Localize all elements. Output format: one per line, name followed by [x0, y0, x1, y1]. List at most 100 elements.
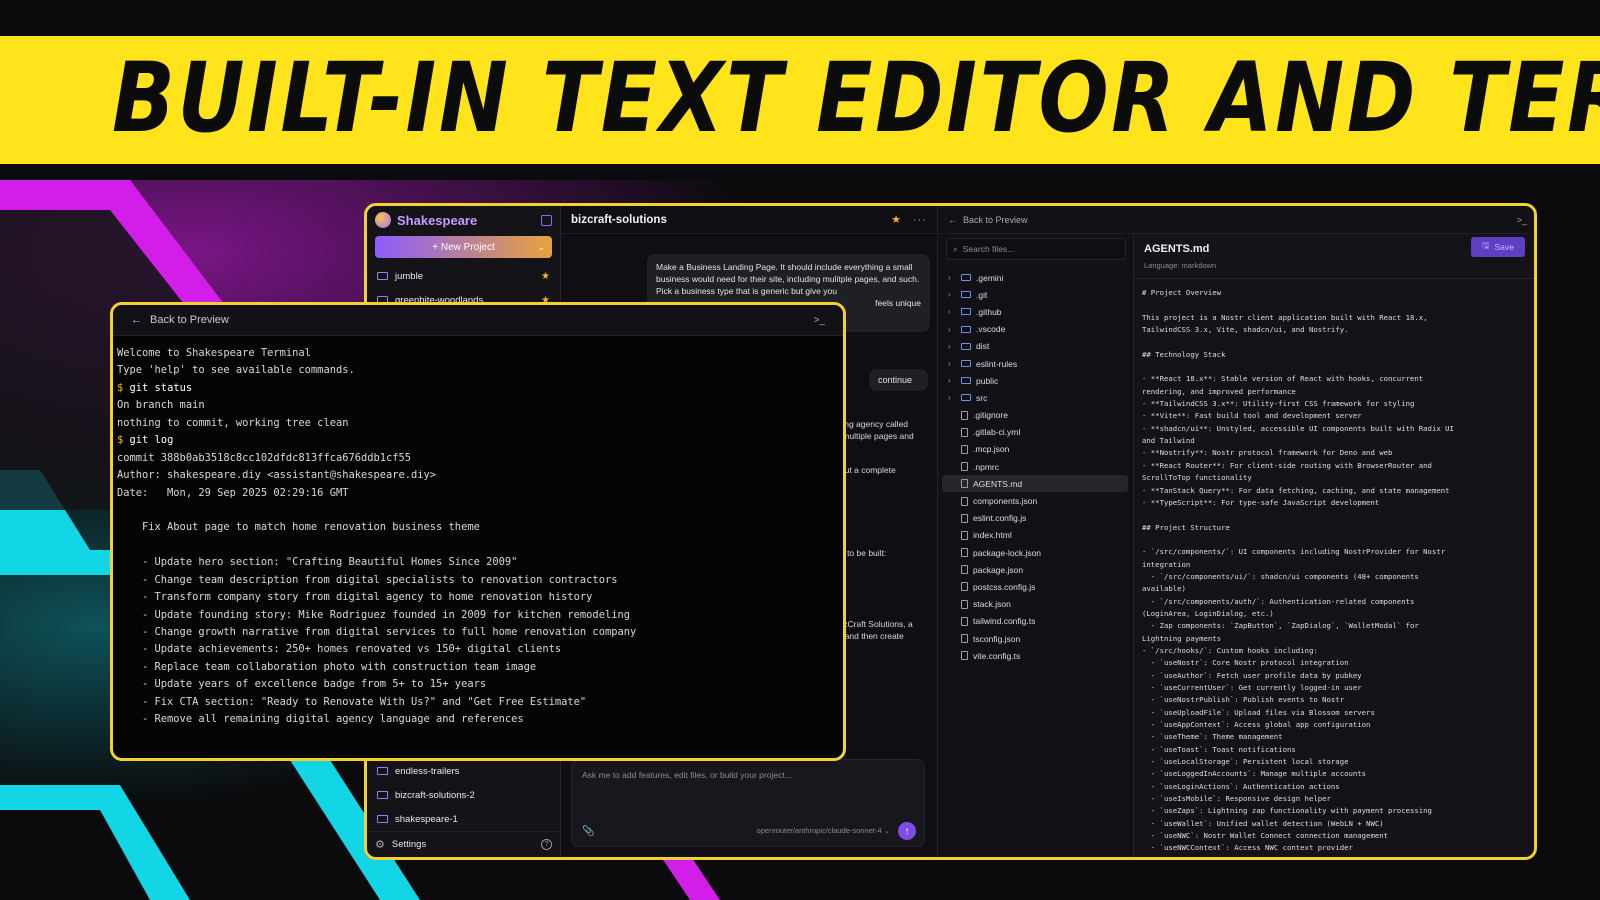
star-icon[interactable]: ★	[541, 271, 550, 282]
folder-row[interactable]: › .git	[942, 286, 1128, 303]
folder-icon	[961, 274, 971, 282]
file-row[interactable]: eslint.config.js	[942, 510, 1128, 527]
folder-row[interactable]: › .github	[942, 303, 1128, 320]
file-name: package.json	[973, 564, 1024, 575]
file-icon	[961, 462, 968, 472]
help-icon[interactable]: ?	[541, 839, 552, 850]
file-row[interactable]: stack.json	[942, 596, 1128, 613]
code-line: # Project Overview	[1142, 288, 1222, 297]
chevron-right-icon: ›	[948, 273, 951, 283]
code-line: - `useLoggedInAccounts`: Manage multiple…	[1142, 769, 1367, 779]
file-row[interactable]: postcss.config.js	[942, 578, 1128, 595]
file-row[interactable]: tailwind.config.ts	[942, 613, 1128, 630]
code-line: ScrollToTop functionality	[1142, 473, 1252, 483]
back-to-preview-link[interactable]: Back to Preview	[963, 215, 1028, 225]
more-options-icon[interactable]: ···	[913, 214, 927, 226]
save-button[interactable]: 🖫 Save	[1471, 237, 1525, 257]
file-row[interactable]: .npmrc	[942, 458, 1128, 475]
model-selector[interactable]: openrouter/anthropic/claude-sonnet-4 ⌄	[757, 826, 890, 835]
terminal-command-line: $ git status	[117, 380, 837, 397]
plus-icon: +	[432, 241, 441, 253]
chat-input-box[interactable]: Ask me to add features, edit files, or b…	[571, 759, 925, 847]
editor-header: AGENTS.md Language: markdown 🖫 Save	[1134, 234, 1534, 279]
file-name: package-lock.json	[973, 547, 1042, 558]
paperclip-icon[interactable]: 📎	[582, 826, 594, 837]
terminal-output-line: Author: shakespeare.diy <assistant@shake…	[117, 469, 437, 482]
file-name: AGENTS.md	[973, 478, 1023, 489]
send-button[interactable]: ↑	[898, 822, 916, 840]
file-name: public	[976, 375, 999, 386]
new-project-button[interactable]: + New Project ⌄	[375, 236, 552, 258]
folder-icon	[377, 791, 388, 799]
sidebar-toggle-icon[interactable]	[541, 214, 552, 226]
code-line: - `useToast`: Toast notifications	[1142, 744, 1296, 754]
code-line: - **Vite**: Fast build tool and developm…	[1142, 411, 1362, 421]
file-name: .github	[976, 306, 1002, 317]
shakespeare-logo-icon	[375, 212, 391, 228]
sidebar-project-item[interactable]: shakespeare-1	[367, 807, 560, 831]
project-name: endless-trailers	[395, 765, 460, 777]
file-row[interactable]: tsconfig.json	[942, 630, 1128, 647]
file-row[interactable]: .gitignore	[942, 407, 1128, 424]
terminal-icon[interactable]: >_	[1517, 215, 1527, 225]
file-name: .npmrc	[973, 461, 999, 472]
folder-row[interactable]: › src	[942, 389, 1128, 406]
sidebar-bottom: endless-trailers bizcraft-solutions-2 shak…	[367, 759, 560, 857]
chevron-right-icon: ›	[948, 359, 951, 369]
code-line: - **TypeScript**: For type-safe JavaScri…	[1142, 497, 1380, 507]
file-row[interactable]: .gitlab-ci.yml	[942, 424, 1128, 441]
file-name: components.json	[973, 496, 1038, 507]
folder-icon	[377, 272, 388, 280]
terminal-back-to-preview[interactable]: Back to Preview	[150, 314, 229, 326]
sidebar-project-item[interactable]: jumble ★	[367, 264, 560, 288]
code-line: - `useNostr`: Core Nostr protocol integr…	[1142, 658, 1349, 668]
editor-code-area[interactable]: # Project Overview This project is a Nost…	[1142, 287, 1531, 857]
terminal-command-line: $ git log	[117, 432, 837, 449]
file-icon	[961, 496, 968, 506]
save-icon: 🖫	[1482, 240, 1490, 250]
sidebar-project-item[interactable]: bizcraft-solutions-2	[367, 783, 560, 807]
continue-message-bubble: continue	[869, 369, 928, 391]
file-name: tailwind.config.ts	[973, 616, 1036, 627]
code-line: This project is a Nostr client applicati…	[1142, 312, 1428, 322]
code-line: - **TailwindCSS 3.x**: Utility-first CSS…	[1142, 399, 1415, 409]
file-row[interactable]: index.html	[942, 527, 1128, 544]
terminal-output-line: nothing to commit, working tree clean	[117, 416, 349, 429]
folder-row[interactable]: › eslint-rules	[942, 355, 1128, 372]
folder-row[interactable]: › .vscode	[942, 321, 1128, 338]
folder-row[interactable]: › dist	[942, 338, 1128, 355]
terminal-output-line: - Update hero section: "Crafting Beautif…	[117, 556, 518, 569]
file-row[interactable]: components.json	[942, 492, 1128, 509]
sidebar-project-item[interactable]: endless-trailers	[367, 759, 560, 783]
terminal-icon[interactable]: >_	[814, 315, 825, 326]
folder-row[interactable]: › .gemini	[942, 269, 1128, 286]
terminal-output-line: - Remove all remaining digital agency la…	[117, 713, 524, 726]
chevron-down-icon[interactable]: ⌄	[537, 242, 545, 253]
terminal-output-line: - Change team description from digital s…	[117, 573, 618, 586]
file-row[interactable]: vite.config.ts	[942, 647, 1128, 664]
folder-icon	[961, 325, 971, 333]
chevron-right-icon: ›	[948, 393, 951, 403]
chat-header: bizcraft-solutions ★ ···	[561, 206, 937, 234]
folder-row[interactable]: › public	[942, 372, 1128, 389]
file-row[interactable]: package-lock.json	[942, 544, 1128, 561]
file-row[interactable]: package.json	[942, 561, 1128, 578]
code-line: - `/src/hooks/`: Custom hooks including:	[1142, 645, 1318, 655]
search-icon: ⌕	[953, 243, 958, 254]
terminal-output[interactable]: Welcome to Shakespeare Terminal Type 'hel…	[117, 345, 837, 754]
file-search-input[interactable]: ⌕ Search files...	[946, 238, 1126, 260]
folder-icon	[961, 377, 971, 385]
file-name: .vscode	[976, 324, 1006, 335]
editor-topbar: ← Back to Preview >_	[938, 206, 1534, 234]
arrow-left-icon[interactable]: ←	[131, 314, 142, 326]
project-name: shakespeare-1	[395, 813, 458, 825]
file-row[interactable]: .mcp.json	[942, 441, 1128, 458]
file-browser: ⌕ Search files... › .gemini › .git › .github ›…	[938, 234, 1134, 857]
arrow-left-icon[interactable]: ←	[948, 215, 957, 225]
file-row[interactable]: AGENTS.md	[942, 475, 1128, 493]
settings-button[interactable]: ⚙ Settings ?	[367, 831, 560, 857]
star-icon[interactable]: ★	[891, 213, 901, 226]
